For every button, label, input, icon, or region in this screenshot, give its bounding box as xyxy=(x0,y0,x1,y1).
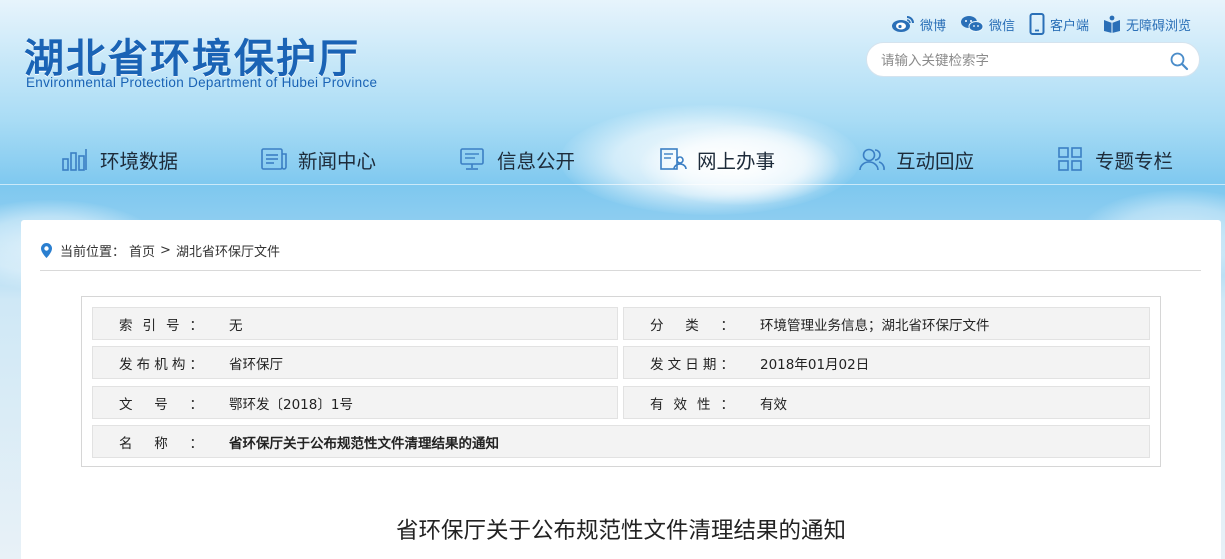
wechat-link[interactable]: 微信 xyxy=(960,15,1015,34)
breadcrumb-divider xyxy=(40,270,1201,271)
mobile-client-link[interactable]: 客户端 xyxy=(1029,13,1089,35)
meta-value: 有效 xyxy=(760,396,787,413)
meta-docno: 文号： 鄂环发〔2018〕1号 xyxy=(92,386,618,419)
meta-label: 文号： xyxy=(119,396,203,413)
bar-chart-icon xyxy=(62,149,87,171)
nav-label: 专题专栏 xyxy=(1095,149,1174,173)
weibo-icon xyxy=(891,16,914,32)
meta-publisher: 发布机构： 省环保厅 xyxy=(92,346,618,379)
breadcrumb-current[interactable]: 湖北省环保厅文件 xyxy=(176,241,280,260)
meta-value: 省环保厅关于公布规范性文件清理结果的通知 xyxy=(229,435,499,452)
breadcrumb-prefix: 当前位置： xyxy=(60,244,126,260)
weibo-link[interactable]: 微博 xyxy=(891,15,946,34)
breadcrumb-home[interactable]: 首页 xyxy=(129,241,155,260)
meta-value: 环境管理业务信息；湖北省环保厅文件 xyxy=(760,317,990,334)
meta-label: 名称： xyxy=(119,435,203,452)
grid-icon xyxy=(1058,147,1082,171)
monitor-icon xyxy=(460,148,484,170)
mobile-icon xyxy=(1029,13,1045,35)
nav-label: 互动回应 xyxy=(896,149,975,173)
meta-index: 索引号： 无 xyxy=(92,307,618,340)
accessibility-link[interactable]: 无障碍浏览 xyxy=(1103,15,1191,34)
wechat-icon xyxy=(960,16,984,32)
meta-label: 发文日期： xyxy=(650,356,734,373)
nav-divider xyxy=(0,184,1225,185)
meta-value: 无 xyxy=(229,317,243,334)
meta-label: 发布机构： xyxy=(119,356,203,373)
breadcrumb-separator: > xyxy=(160,242,171,258)
accessibility-icon xyxy=(1103,15,1120,33)
weibo-label: 微博 xyxy=(919,18,946,34)
meta-label: 分类： xyxy=(650,317,734,334)
nav-item-special-topics[interactable]: 专题专栏 xyxy=(1057,136,1173,182)
article-title: 省环保厅关于公布规范性文件清理结果的通知 xyxy=(395,518,846,544)
site-logo-subtitle: Environmental Protection Department of H… xyxy=(26,75,378,90)
nav-item-info-disclosure[interactable]: 信息公开 xyxy=(459,136,575,182)
nav-item-interaction[interactable]: 互动回应 xyxy=(858,136,974,182)
meta-value: 鄂环发〔2018〕1号 xyxy=(229,396,353,413)
nav-item-environment-data[interactable]: 环境数据 xyxy=(62,136,178,182)
news-icon xyxy=(261,148,287,170)
top-links: 微博 微信 客户端 无障碍浏览 xyxy=(891,13,1191,35)
location-pin-icon xyxy=(41,242,52,258)
wechat-label: 微信 xyxy=(988,18,1015,34)
search-input[interactable] xyxy=(879,49,1163,73)
meta-date: 发文日期： 2018年01月02日 xyxy=(623,346,1150,379)
meta-validity: 有效性： 有效 xyxy=(623,386,1150,419)
meta-value: 省环保厅 xyxy=(229,356,283,373)
user-interaction-icon xyxy=(859,148,885,171)
nav-label: 环境数据 xyxy=(100,149,179,173)
nav-item-online-services[interactable]: 网上办事 xyxy=(659,136,775,182)
meta-label: 索引号： xyxy=(119,317,203,334)
search-box xyxy=(866,42,1200,77)
main-nav: 环境数据 新闻中心 信息公开 网上办事 互动回应 专题专栏 xyxy=(0,136,1225,182)
nav-label: 信息公开 xyxy=(497,149,576,173)
breadcrumb: 当前位置： 首页 > 湖北省环保厅文件 xyxy=(40,240,280,260)
nav-label: 网上办事 xyxy=(697,149,776,173)
meta-label: 有效性： xyxy=(650,396,734,413)
meta-value: 2018年01月02日 xyxy=(760,356,870,373)
meta-category: 分类： 环境管理业务信息；湖北省环保厅文件 xyxy=(623,307,1150,340)
nav-label: 新闻中心 xyxy=(298,149,377,173)
mobile-client-label: 客户端 xyxy=(1049,18,1089,34)
nav-item-news-center[interactable]: 新闻中心 xyxy=(260,136,376,182)
accessibility-label: 无障碍浏览 xyxy=(1125,18,1191,34)
document-user-icon xyxy=(660,148,687,170)
search-icon[interactable] xyxy=(1169,51,1189,71)
meta-name: 名称： 省环保厅关于公布规范性文件清理结果的通知 xyxy=(92,425,1150,458)
